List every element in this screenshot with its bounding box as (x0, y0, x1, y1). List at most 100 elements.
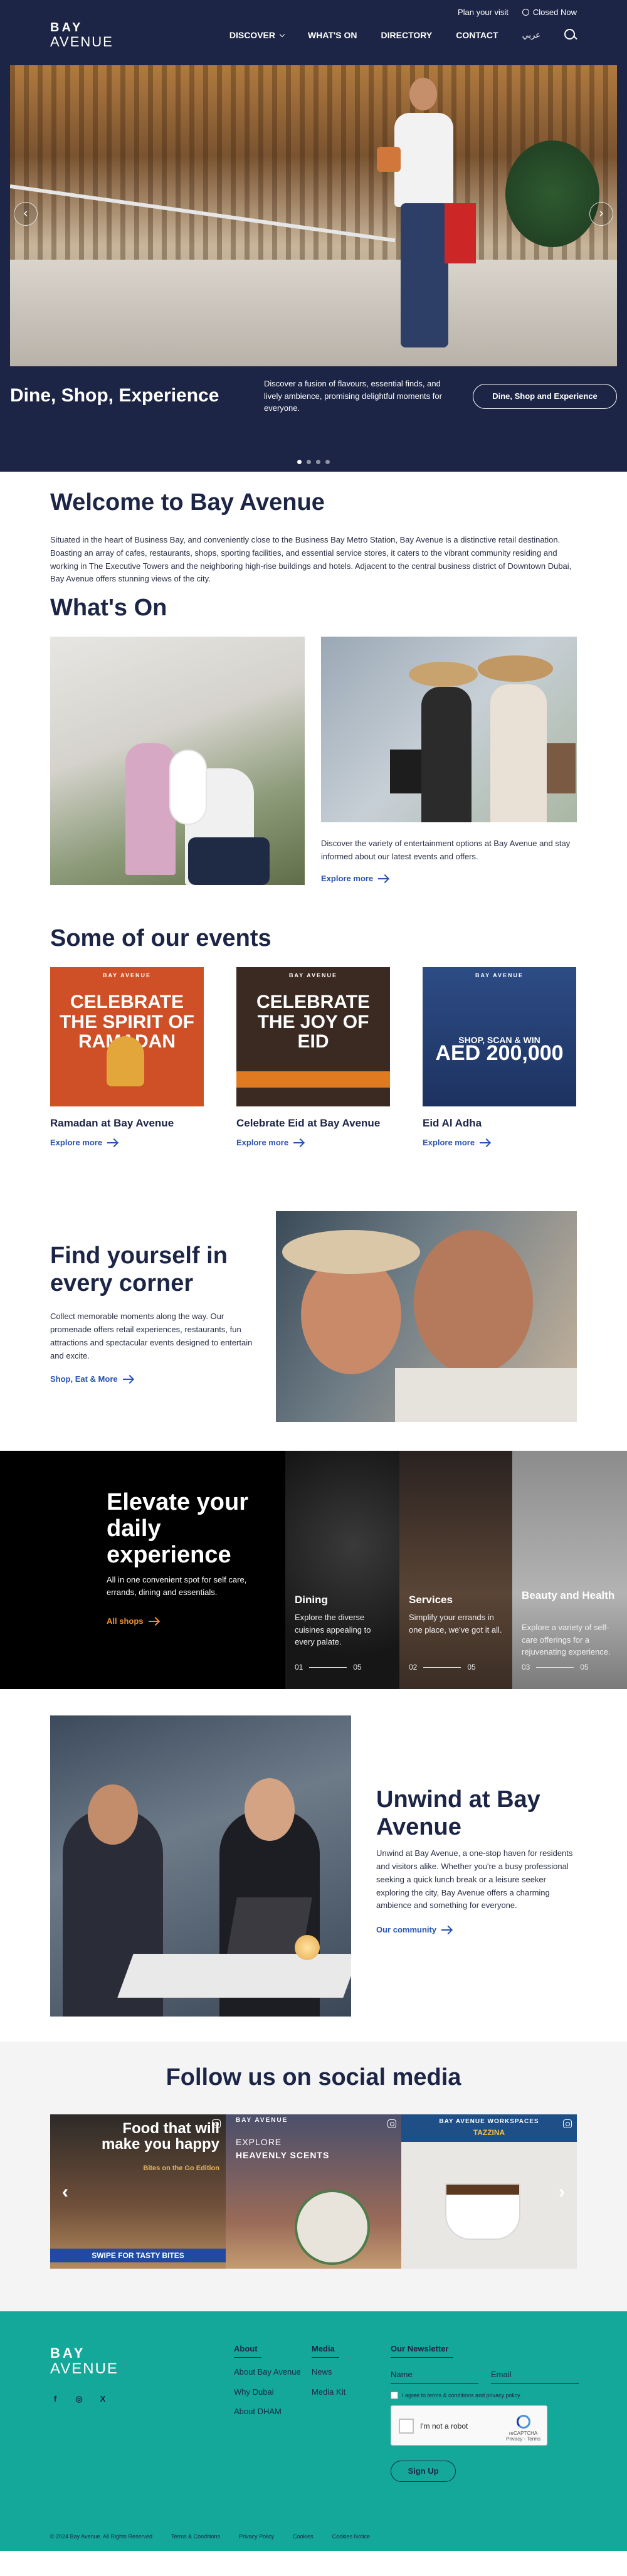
logo-line-2: AVENUE (50, 2360, 119, 2378)
services-panel[interactable]: Services Simplify your errands in one pl… (399, 1451, 512, 1690)
panel-pager: 02 05 (409, 1663, 476, 1672)
event-card[interactable]: BAY AVENUE SHOP, SCAN & WIN AED 200,000 … (423, 967, 576, 1148)
link-label: Our community (376, 1925, 437, 1935)
social-post[interactable]: Food that will make you happy Bites on t… (50, 2114, 226, 2269)
poster-headline: CELEBRATE THE JOY OF EID (256, 992, 371, 1052)
logo-line-1: BAY (50, 21, 83, 34)
signup-button[interactable]: Sign Up (391, 2461, 456, 2483)
facebook-icon[interactable]: f (50, 2394, 60, 2404)
whats-on-section: What's On Discover the variety of entert… (0, 595, 627, 906)
post-headline: Food that will make you happy (101, 2120, 219, 2153)
link-label: Explore more (423, 1138, 475, 1148)
event-explore-link[interactable]: Explore more (236, 1138, 304, 1147)
coffee-cup-icon (445, 2183, 520, 2240)
footer-logo[interactable]: BAY AVENUE (50, 2346, 119, 2377)
arrow-right-icon (148, 1620, 159, 1622)
footer-link-about-dham[interactable]: About DHAM (234, 2406, 303, 2417)
slide-indicators (0, 460, 627, 464)
welcome-text: Situated in the heart of Business Bay, a… (50, 535, 572, 584)
event-poster: BAY AVENUE CELEBRATE THE SPIRIT OF RAMAD… (50, 967, 204, 1107)
hero-section: BAY AVENUE Plan your visit Closed Now DI… (0, 0, 627, 472)
site-logo[interactable]: BAY AVENUE (50, 21, 113, 49)
panel-title: Services (409, 1594, 453, 1606)
carousel-prev-button[interactable]: ‹ (54, 2181, 76, 2203)
event-explore-link[interactable]: Explore more (50, 1138, 118, 1148)
post-subline: EXPLORE (236, 2137, 282, 2148)
nav-discover[interactable]: DISCOVER (229, 30, 285, 40)
cookies-link[interactable]: Cookies (293, 2533, 314, 2540)
event-card[interactable]: BAY AVENUE CELEBRATE THE JOY OF EID Cele… (236, 967, 390, 1148)
corner-section: Find yourself in every corner Collect me… (0, 1211, 627, 1424)
social-carousel: Food that will make you happy Bites on t… (50, 2114, 577, 2269)
hero-cta-button[interactable]: Dine, Shop and Experience (473, 384, 617, 409)
recaptcha-brand: reCAPTCHA (508, 2430, 538, 2437)
nav-directory[interactable]: DIRECTORY (381, 30, 433, 40)
beauty-health-panel[interactable]: Beauty and Health Explore a variety of s… (512, 1451, 627, 1690)
hero-prev-button[interactable]: ‹ (14, 202, 38, 226)
elevate-text: All in one convenient spot for self care… (107, 1575, 247, 1597)
post-logo: BAY AVENUE (236, 2117, 288, 2124)
opening-status[interactable]: Closed Now (522, 8, 577, 17)
footer-link-news[interactable]: News (312, 2367, 368, 2378)
footer-link-media-kit[interactable]: Media Kit (312, 2387, 368, 2398)
shop-eat-more-link[interactable]: Shop, Eat & More (50, 1374, 133, 1384)
newsletter-title: Our Newsletter (391, 2344, 453, 2358)
hero-text: Discover a fusion of flavours, essential… (264, 379, 442, 413)
community-link[interactable]: Our community (376, 1925, 452, 1935)
newsletter-name-input[interactable] (391, 2365, 478, 2385)
x-twitter-icon[interactable]: X (98, 2394, 108, 2404)
corner-text: Collect memorable moments along the way.… (50, 1312, 253, 1360)
welcome-title: Welcome to Bay Avenue (50, 489, 325, 516)
newsletter-form: Our Newsletter I agree to terms & condit… (391, 2344, 579, 2483)
events-title: Some of our events (50, 925, 271, 952)
newsletter-email-input[interactable] (491, 2365, 579, 2385)
poster-brand: BAY AVENUE (475, 972, 524, 979)
post-brand: TAZZINA (473, 2128, 505, 2138)
poster-brand: BAY AVENUE (288, 972, 338, 979)
nav-discover-label: DISCOVER (229, 30, 275, 40)
event-card[interactable]: BAY AVENUE CELEBRATE THE SPIRIT OF RAMAD… (50, 967, 204, 1148)
event-poster: BAY AVENUE CELEBRATE THE JOY OF EID (236, 967, 390, 1107)
slide-dot[interactable] (307, 460, 311, 464)
search-icon[interactable] (564, 29, 577, 41)
post-header: BAY AVENUE WORKSPACES (439, 2118, 539, 2126)
terms-checkbox[interactable] (391, 2392, 398, 2400)
recaptcha-label: I'm not a robot (420, 2422, 468, 2431)
copyright-text: © 2024 Bay Avenue. All Rights Reserved (50, 2533, 153, 2540)
panel-text: Explore a variety of self-care offerings… (522, 1623, 611, 1657)
unwind-section: Unwind at Bay Avenue Unwind at Bay Avenu… (0, 1715, 627, 2017)
hero-next-button[interactable]: › (589, 202, 613, 226)
panel-title: Dining (295, 1594, 328, 1606)
link-label: Shop, Eat & More (50, 1374, 118, 1384)
cookies-notice-link[interactable]: Cookies Notice (332, 2533, 371, 2540)
link-label: All shops (107, 1616, 144, 1626)
slide-dot[interactable] (316, 460, 320, 464)
all-shops-link[interactable]: All shops (107, 1616, 159, 1626)
recaptcha-links[interactable]: Privacy - Terms (506, 2436, 540, 2442)
nav-contact[interactable]: CONTACT (456, 30, 498, 40)
arrow-right-icon (122, 1378, 133, 1380)
recaptcha-checkbox[interactable] (399, 2419, 414, 2434)
language-switch[interactable]: عربي (522, 30, 540, 40)
social-post[interactable]: BAY AVENUE EXPLORE HEAVENLY SCENTS (226, 2114, 401, 2269)
plan-visit-link[interactable]: Plan your visit (458, 8, 508, 17)
footer-link-why-dubai[interactable]: Why Dubai (234, 2387, 303, 2398)
event-poster: BAY AVENUE SHOP, SCAN & WIN AED 200,000 (423, 967, 576, 1107)
nav-whats-on[interactable]: WHAT'S ON (308, 30, 357, 40)
instagram-icon[interactable]: ◎ (74, 2394, 84, 2404)
slide-dot[interactable] (297, 460, 302, 464)
slide-dot[interactable] (325, 460, 330, 464)
shopper-figure (377, 74, 476, 366)
whats-on-explore-link[interactable]: Explore more (321, 874, 389, 883)
privacy-link[interactable]: Privacy Policy (239, 2533, 274, 2540)
footer-link-about[interactable]: About Bay Avenue (234, 2367, 303, 2378)
carousel-next-button[interactable]: › (551, 2181, 573, 2203)
footer-media-column: Media News Media Kit (312, 2344, 368, 2397)
terms-link[interactable]: Terms & Conditions (171, 2533, 220, 2540)
event-explore-link[interactable]: Explore more (423, 1138, 490, 1147)
link-label: Explore more (50, 1138, 103, 1148)
welcome-section: Welcome to Bay Avenue Situated in the he… (0, 472, 627, 586)
dining-panel[interactable]: Dining Explore the diverse cuisines appe… (285, 1451, 399, 1690)
hero-slide-image (10, 65, 617, 366)
status-text: Closed Now (532, 8, 577, 17)
